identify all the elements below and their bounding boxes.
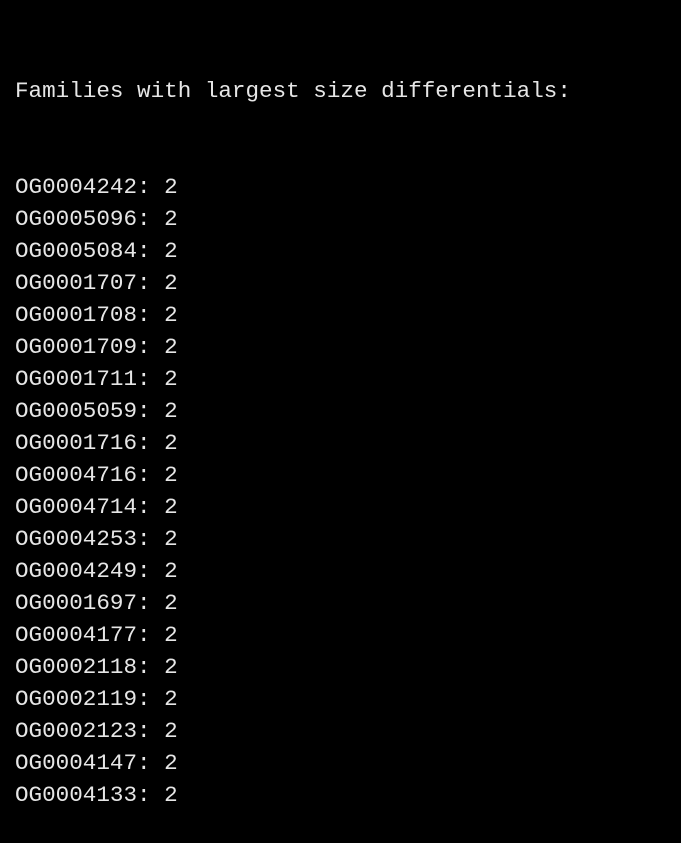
family-id: OG0005084: [15, 238, 138, 264]
separator: :: [137, 590, 165, 616]
family-entry: OG0004147: 2: [15, 747, 681, 779]
size-differential-value: 2: [164, 302, 178, 328]
separator: :: [137, 718, 165, 744]
family-id: OG0004147: [15, 750, 138, 776]
family-id: OG0004714: [15, 494, 138, 520]
size-differential-value: 2: [164, 174, 178, 200]
family-id: OG0001708: [15, 302, 138, 328]
size-differential-value: 2: [164, 622, 178, 648]
size-differential-value: 2: [164, 238, 178, 264]
size-differential-value: 2: [164, 590, 178, 616]
separator: :: [137, 782, 165, 808]
family-id: OG0002123: [15, 718, 138, 744]
separator: :: [137, 206, 165, 232]
family-id: OG0001711: [15, 366, 138, 392]
size-differential-value: 2: [164, 366, 178, 392]
family-entry: OG0002119: 2: [15, 683, 681, 715]
size-differential-value: 2: [164, 686, 178, 712]
family-entry: OG0004253: 2: [15, 523, 681, 555]
separator: :: [137, 174, 165, 200]
family-entry: OG0004714: 2: [15, 491, 681, 523]
family-entry: OG0004716: 2: [15, 459, 681, 491]
family-id: OG0004242: [15, 174, 138, 200]
separator: :: [137, 494, 165, 520]
size-differential-value: 2: [164, 494, 178, 520]
family-entry: OG0001709: 2: [15, 331, 681, 363]
size-differential-value: 2: [164, 750, 178, 776]
family-id: OG0002118: [15, 654, 138, 680]
terminal-output: Families with largest size differentials…: [0, 0, 681, 808]
family-entry: OG0001711: 2: [15, 363, 681, 395]
separator: :: [137, 334, 165, 360]
family-entry: OG0001708: 2: [15, 299, 681, 331]
family-id: OG0004133: [15, 782, 138, 808]
size-differential-value: 2: [164, 398, 178, 424]
separator: :: [137, 654, 165, 680]
size-differential-value: 2: [164, 270, 178, 296]
family-id: OG0001707: [15, 270, 138, 296]
family-entry: OG0004249: 2: [15, 555, 681, 587]
size-differential-value: 2: [164, 558, 178, 584]
size-differential-value: 2: [164, 462, 178, 488]
separator: :: [137, 622, 165, 648]
separator: :: [137, 302, 165, 328]
separator: :: [137, 526, 165, 552]
family-entry: OG0004177: 2: [15, 619, 681, 651]
size-differential-value: 2: [164, 334, 178, 360]
family-id: OG0002119: [15, 686, 138, 712]
family-entry: OG0004242: 2: [15, 171, 681, 203]
family-id: OG0001697: [15, 590, 138, 616]
family-id: OG0001709: [15, 334, 138, 360]
separator: :: [137, 750, 165, 776]
family-id: OG0004253: [15, 526, 138, 552]
family-id: OG0005096: [15, 206, 138, 232]
separator: :: [137, 430, 165, 456]
family-entry: OG0005059: 2: [15, 395, 681, 427]
separator: :: [137, 270, 165, 296]
family-id: OG0004249: [15, 558, 138, 584]
size-differential-value: 2: [164, 782, 178, 808]
family-id: OG0005059: [15, 398, 138, 424]
size-differential-value: 2: [164, 206, 178, 232]
separator: :: [137, 686, 165, 712]
separator: :: [137, 366, 165, 392]
output-heading: Families with largest size differentials…: [15, 78, 571, 104]
family-entry: OG0004133: 2: [15, 779, 681, 811]
separator: :: [137, 462, 165, 488]
family-id: OG0004716: [15, 462, 138, 488]
family-entry: OG0002123: 2: [15, 715, 681, 747]
size-differential-value: 2: [164, 654, 178, 680]
size-differential-value: 2: [164, 718, 178, 744]
family-id: OG0004177: [15, 622, 138, 648]
size-differential-value: 2: [164, 526, 178, 552]
size-differential-value: 2: [164, 430, 178, 456]
family-list: OG0004242: 2 OG0005096: 2 OG0005084: 2 OG00…: [15, 171, 681, 811]
family-id: OG0001716: [15, 430, 138, 456]
family-entry: OG0005096: 2: [15, 203, 681, 235]
family-entry: OG0001707: 2: [15, 267, 681, 299]
family-entry: OG0002118: 2: [15, 651, 681, 683]
separator: :: [137, 238, 165, 264]
family-entry: OG0001716: 2: [15, 427, 681, 459]
family-entry: OG0005084: 2: [15, 235, 681, 267]
separator: :: [137, 398, 165, 424]
separator: :: [137, 558, 165, 584]
family-entry: OG0001697: 2: [15, 587, 681, 619]
